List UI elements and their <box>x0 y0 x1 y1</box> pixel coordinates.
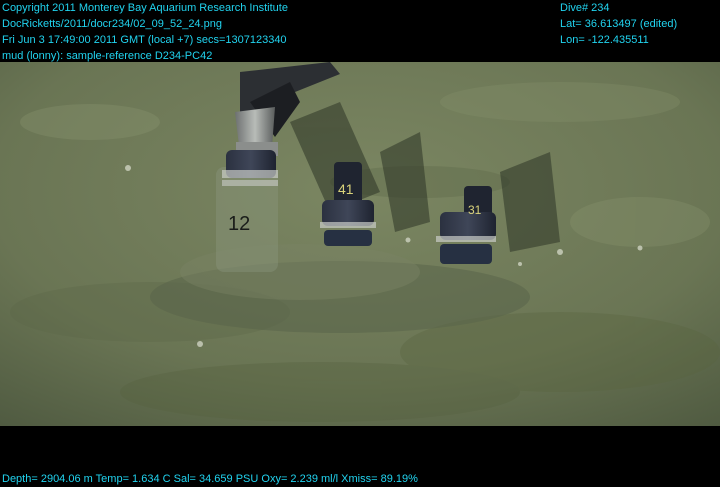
core-label-12: 12 <box>228 213 250 235</box>
push-core-12: 12 <box>216 150 278 272</box>
overlay-top-left: Copyright 2011 Monterey Bay Aquarium Res… <box>2 0 288 64</box>
seafloor-photo: 12 41 31 <box>0 62 720 426</box>
overlay-copyright: Copyright 2011 Monterey Bay Aquarium Res… <box>2 2 288 14</box>
overlay-sensor-readout: Depth= 2904.06 m Temp= 1.634 C Sal= 34.6… <box>2 473 418 485</box>
overlay-latitude: Lat= 36.613497 (edited) <box>560 18 678 30</box>
overlay-dive-number: Dive# 234 <box>560 2 610 14</box>
core-label-41: 41 <box>338 181 354 197</box>
core-label-31: 31 <box>468 203 482 217</box>
overlay-timestamp: Fri Jun 3 17:49:00 2011 GMT (local +7) s… <box>2 34 287 46</box>
overlay-filename: DocRicketts/2011/docr234/02_09_52_24.png <box>2 18 222 30</box>
overlay-top-right: Dive# 234 Lat= 36.613497 (edited) Lon= -… <box>560 0 677 48</box>
overlay-longitude: Lon= -122.435511 <box>560 34 649 46</box>
